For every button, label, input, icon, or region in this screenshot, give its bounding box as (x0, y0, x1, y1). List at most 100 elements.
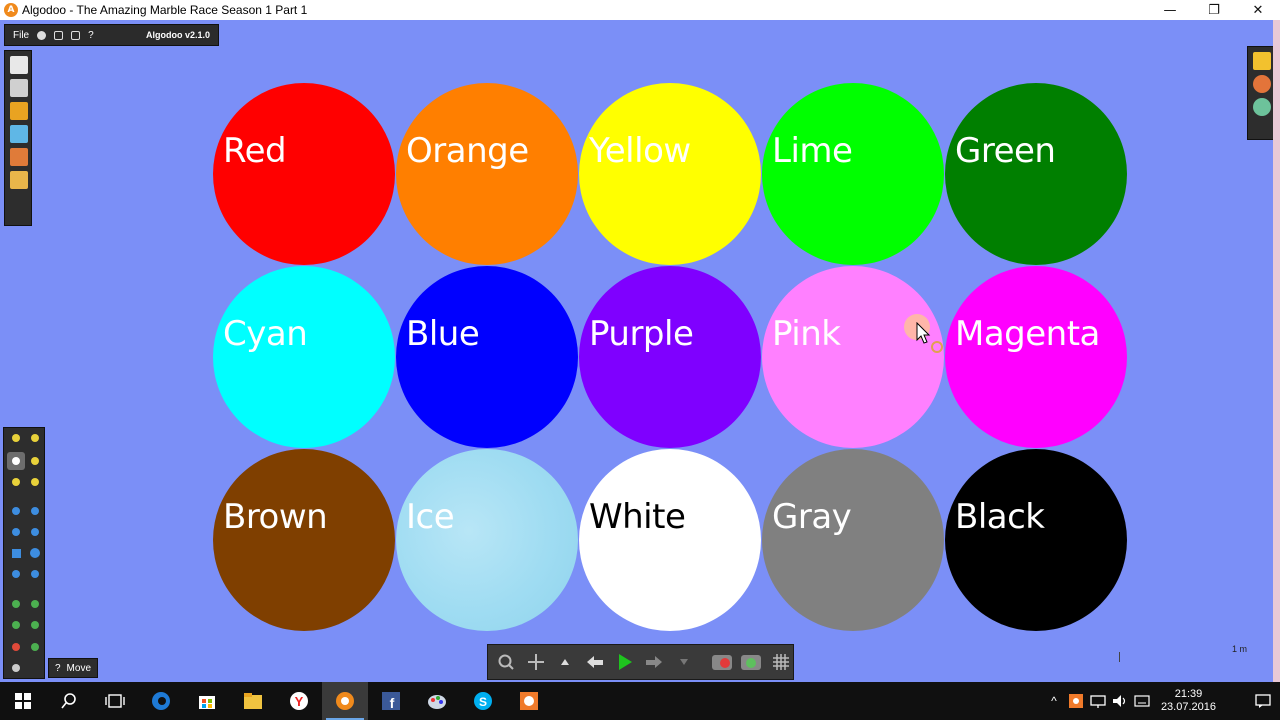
current-tool-label: ? Move (48, 658, 98, 678)
polygon-tool-icon (12, 528, 20, 536)
thruster-tool-icon (31, 621, 39, 629)
algobox-icon[interactable] (1253, 98, 1271, 116)
recorder-app-icon[interactable] (506, 682, 552, 720)
palette-icon[interactable] (1253, 75, 1271, 93)
windows-taskbar: Y f S ^ 21:39 23.07.2016 (0, 682, 1280, 720)
search-icon[interactable] (46, 682, 92, 720)
show-hidden-icons-icon[interactable]: ^ (1043, 694, 1065, 708)
lessons-icon[interactable] (10, 171, 28, 189)
svg-text:f: f (390, 695, 395, 711)
marble-blue[interactable]: Blue (396, 266, 578, 448)
yandex-browser-icon[interactable]: Y (276, 682, 322, 720)
fixate-tool-icon (31, 600, 39, 608)
screenshot-icon[interactable] (54, 30, 64, 40)
marble-label: Blue (406, 314, 480, 354)
marble-gray[interactable]: Gray (762, 449, 944, 631)
phunlets-icon[interactable] (10, 148, 28, 166)
grid-icon[interactable] (769, 650, 793, 674)
circle-tool-icon (30, 548, 40, 558)
tool-name: Move (66, 662, 91, 674)
skype-icon[interactable]: S (460, 682, 506, 720)
pan-icon[interactable] (524, 650, 548, 674)
down-arrow-icon[interactable] (672, 650, 696, 674)
marble-label: Yellow (589, 131, 691, 171)
close-button[interactable]: ✕ (1236, 0, 1280, 20)
marble-brown[interactable]: Brown (213, 449, 395, 631)
marble-magenta[interactable]: Magenta (945, 266, 1127, 448)
marble-green[interactable]: Green (945, 83, 1127, 265)
tracer-tool-icon (12, 643, 20, 651)
network-icon[interactable] (1087, 694, 1109, 708)
clock-date: 23.07.2016 (1160, 701, 1216, 713)
scale-tick (1119, 652, 1120, 662)
marble-label: Ice (406, 497, 455, 537)
algodoo-taskbar-icon[interactable] (322, 682, 368, 720)
svg-text:S: S (479, 695, 487, 709)
save-icon[interactable] (10, 79, 28, 97)
open-folder-icon[interactable] (10, 102, 28, 120)
volume-icon[interactable] (1109, 694, 1131, 708)
window-title: Algodoo - The Amazing Marble Race Season… (22, 3, 308, 17)
sketch-tool-icon (12, 434, 20, 442)
marble-label: Pink (772, 314, 841, 354)
gear-tool-icon (31, 528, 39, 536)
marble-ice[interactable]: Ice (396, 449, 578, 631)
file-explorer-icon[interactable] (230, 682, 276, 720)
minimize-button[interactable]: — (1148, 0, 1192, 20)
marble-black[interactable]: Black (945, 449, 1127, 631)
start-button[interactable] (0, 682, 46, 720)
file-menu[interactable]: File (13, 30, 29, 41)
marble-red[interactable]: Red (213, 83, 395, 265)
marble-label: Purple (589, 314, 694, 354)
air-friction-icon[interactable] (740, 650, 764, 674)
marble-white[interactable]: White (579, 449, 761, 631)
settings-icon[interactable] (37, 30, 47, 40)
rope-tool-icon (12, 507, 20, 515)
marble-label: Orange (406, 131, 529, 171)
marble-label: White (589, 497, 686, 537)
tool-help-icon[interactable]: ? (55, 663, 61, 674)
brush-tool-icon (31, 434, 39, 442)
new-scene-icon[interactable] (10, 56, 28, 74)
facebook-icon[interactable]: f (368, 682, 414, 720)
marble-yellow[interactable]: Yellow (579, 83, 761, 265)
help-button[interactable]: ? (88, 30, 94, 41)
gravity-icon[interactable] (710, 650, 734, 674)
window-title-bar: A Algodoo - The Amazing Marble Race Seas… (0, 0, 1280, 20)
top-menu-bar: File ? Algodoo v2.1.0 (4, 24, 219, 46)
marble-purple[interactable]: Purple (579, 266, 761, 448)
window-icon[interactable] (71, 30, 81, 40)
plane-tool-icon (12, 570, 20, 578)
browse-scenes-icon[interactable] (10, 125, 28, 143)
taskbar-clock[interactable]: 21:39 23.07.2016 (1161, 688, 1216, 714)
recorder-tray-icon[interactable] (1065, 694, 1087, 708)
tool-icons-grid[interactable] (4, 428, 46, 680)
keyboard-icon[interactable] (1131, 695, 1153, 707)
system-tray: ^ 21:39 23.07.2016 (1043, 682, 1280, 720)
action-center-icon[interactable] (1252, 694, 1274, 708)
marble-orange[interactable]: Orange (396, 83, 578, 265)
drag-tool-icon (31, 457, 39, 465)
eraser-tool-icon (12, 664, 20, 672)
undo-icon[interactable] (583, 650, 607, 674)
marble-label: Brown (223, 497, 328, 537)
zoom-icon[interactable] (494, 650, 518, 674)
clock-time: 21:39 (1174, 688, 1203, 700)
edge-browser-icon[interactable] (138, 682, 184, 720)
marble-cyan[interactable]: Cyan (213, 266, 395, 448)
marble-lime[interactable]: Lime (762, 83, 944, 265)
store-icon[interactable] (184, 682, 230, 720)
redo-icon[interactable] (643, 650, 667, 674)
layers-icon[interactable] (1253, 52, 1271, 70)
restore-button[interactable]: ❐ (1192, 0, 1236, 20)
play-icon[interactable] (613, 650, 637, 674)
mouse-cursor-icon (916, 322, 943, 353)
box-tool-icon (12, 549, 21, 558)
version-label: Algodoo v2.1.0 (145, 30, 210, 40)
up-arrow-icon[interactable] (553, 650, 577, 674)
paint-icon[interactable] (414, 682, 460, 720)
task-view-icon[interactable] (92, 682, 138, 720)
playback-toolbar (487, 644, 794, 680)
laser-tool-icon (31, 643, 39, 651)
simulation-canvas[interactable]: File ? Algodoo v2.1.0 Red Orange Yellow … (0, 20, 1273, 682)
